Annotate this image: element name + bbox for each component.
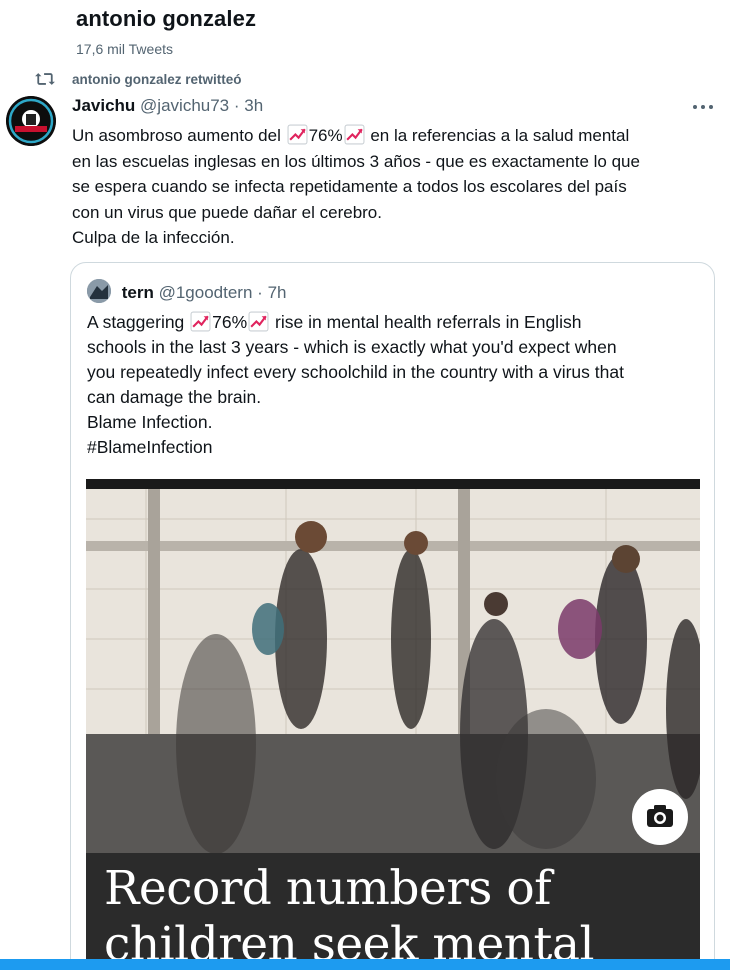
avatar-logo xyxy=(6,96,56,146)
quoted-hashtag[interactable]: #BlameInfection xyxy=(87,435,702,460)
profile-tweet-count: 17,6 mil Tweets xyxy=(76,41,174,57)
quoted-avatar xyxy=(87,279,111,303)
retweet-label[interactable]: antonio gonzalez retwitteó xyxy=(72,72,242,87)
media-headline-line: Record numbers of xyxy=(104,861,552,916)
quoted-text-line: you repeatedly infect every schoolchild … xyxy=(87,362,624,382)
quoted-tweet-header: tern @1goodtern · 7h xyxy=(87,279,286,303)
camera-icon xyxy=(647,805,673,827)
chart-increasing-emoji xyxy=(287,124,308,145)
quoted-author-handle: @1goodtern xyxy=(158,283,253,302)
tweet-text-segment: Un asombroso aumento del xyxy=(72,126,286,145)
tweet-text: Un asombroso aumento del 76% en la refer… xyxy=(72,123,722,251)
retweet-indicator[interactable]: antonio gonzalez retwitteó xyxy=(0,68,730,90)
quoted-text-value: 76% xyxy=(212,312,248,332)
chart-increasing-emoji xyxy=(190,311,211,332)
tweet-author-name[interactable]: Javichu xyxy=(72,96,135,115)
profile-name: antonio gonzalez xyxy=(76,6,257,31)
quoted-text-line: schools in the last 3 years - which is e… xyxy=(87,337,617,357)
camera-button[interactable] xyxy=(632,789,688,845)
tweet-text-segment: en la referencias a la salud mental xyxy=(365,126,630,145)
media-headline: Record numbers of children seek mental xyxy=(104,861,700,970)
quoted-text-segment: A staggering xyxy=(87,312,190,332)
quoted-tweet-text: A staggering 76% rise in mental health r… xyxy=(87,310,702,460)
tweet-header: Javichu @javichu73 · 3h xyxy=(72,96,263,118)
quoted-tweet[interactable]: tern @1goodtern · 7h A staggering 76% ri… xyxy=(70,262,715,970)
retweet-icon xyxy=(35,73,55,85)
tweet-author-handle[interactable]: @javichu73 xyxy=(140,96,229,115)
tweet-text-line: con un virus que puede dañar el cerebro. xyxy=(72,202,382,222)
quoted-text-line: can damage the brain. xyxy=(87,387,262,407)
quoted-media[interactable]: Record numbers of children seek mental xyxy=(86,479,700,970)
tweet-separator: · xyxy=(233,96,240,115)
tweet-text-line: Un asombroso aumento del 76% en la refer… xyxy=(72,123,722,149)
quoted-text-line: Blame Infection. xyxy=(87,412,213,432)
chart-increasing-emoji xyxy=(344,124,365,145)
tweet-text-line: en las escuelas inglesas en los últimos … xyxy=(72,151,640,171)
tweet-text-line: se espera cuando se infecta repetidament… xyxy=(72,177,627,197)
tweet-text-value: 76% xyxy=(308,126,343,145)
bottom-accent-bar xyxy=(0,959,730,970)
media-photo xyxy=(86,479,700,853)
chart-increasing-emoji xyxy=(248,311,269,332)
quoted-avatar-image xyxy=(87,279,111,303)
avatar[interactable] xyxy=(6,96,56,146)
tweet-text-line: Culpa de la infección. xyxy=(72,228,235,248)
quoted-timestamp: 7h xyxy=(267,283,287,302)
quoted-text-segment: rise in mental health referrals in Engli… xyxy=(270,312,582,332)
tweet-timestamp[interactable]: 3h xyxy=(244,96,263,115)
quoted-text-line: A staggering 76% rise in mental health r… xyxy=(87,310,702,335)
profile-header: antonio gonzalez 17,6 mil Tweets xyxy=(0,0,730,62)
quoted-separator: · xyxy=(257,283,263,302)
quoted-author-name: tern xyxy=(121,283,154,302)
more-icon[interactable] xyxy=(690,98,716,116)
